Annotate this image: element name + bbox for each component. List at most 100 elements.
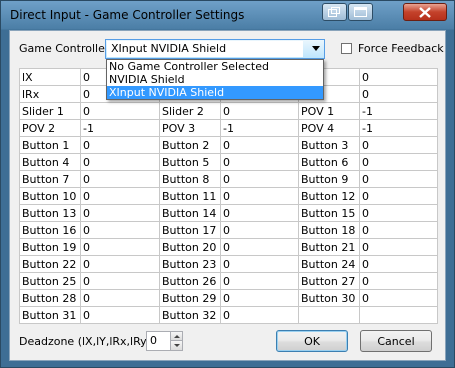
grid-row: Button 4 0 Button 5 0 Button 60: [19, 153, 438, 171]
grid-label-cell: Button 25: [19, 272, 81, 290]
grid-label-cell: Button 14: [159, 204, 221, 222]
grid-value-cell: 0: [359, 136, 438, 154]
grid-label-cell: Slider 2: [159, 102, 221, 120]
grid-value-cell: 0: [220, 306, 299, 324]
grid-label-cell: Button 4: [19, 153, 81, 171]
grid-value-cell: 0: [359, 153, 438, 171]
combobox-value: XInput NVIDIA Shield: [107, 41, 303, 57]
grid-label-cell: [298, 306, 360, 324]
grid-label-cell: Button 17: [159, 221, 221, 239]
deadzone-value[interactable]: 0: [150, 334, 157, 347]
title-bar[interactable]: Direct Input - Game Controller Settings: [1, 1, 454, 29]
grid-value-cell: 0: [80, 238, 160, 256]
chevron-down-icon[interactable]: [312, 46, 320, 51]
grid-value-cell: 0: [359, 272, 438, 290]
grid-value-cell: 0: [80, 102, 160, 120]
grid-label-cell: Button 29: [159, 289, 221, 307]
grid-label-cell: Button 6: [298, 153, 360, 171]
grid-row: Button 31 0 Button 32 0: [19, 306, 438, 324]
force-feedback-option[interactable]: Force Feedback: [341, 42, 444, 55]
grid-label-cell: Button 21: [298, 238, 360, 256]
grid-value-cell: 0: [359, 238, 438, 256]
grid-value-cell: 0: [80, 204, 160, 222]
force-feedback-label: Force Feedback: [358, 42, 444, 55]
grid-value-cell: 0: [80, 255, 160, 273]
grid-value-cell: 0: [359, 204, 438, 222]
grid-row: Button 22 0 Button 23 0 Button 24 0: [19, 255, 438, 273]
restore-button[interactable]: [322, 3, 347, 21]
grid-row: POV 2 -1 POV 3 -1 POV 4 -1: [19, 119, 438, 137]
grid-value-cell: 0: [80, 221, 160, 239]
grid-row: Button 16 0 Button 17 0 Button 18 0: [19, 221, 438, 239]
grid-value-cell: 0: [359, 289, 438, 307]
grid-value-cell: 0: [359, 221, 438, 239]
grid-row: Slider 1 0 Slider 2 0 POV 1 -1: [19, 102, 438, 120]
grid-label-cell: Button 22: [19, 255, 81, 273]
close-icon: [419, 6, 431, 18]
grid-value-cell: 0: [359, 85, 438, 103]
grid-label-cell: Button 31: [19, 306, 81, 324]
grid-label-cell: Button 18: [298, 221, 360, 239]
arrow-down-icon: [173, 344, 180, 347]
grid-value-cell: -1: [359, 102, 438, 120]
spin-down-button[interactable]: [170, 341, 182, 350]
grid-label-cell: Button 8: [159, 170, 221, 188]
game-controller-label: Game Controller:: [19, 42, 113, 55]
grid-value-cell: 0: [80, 289, 160, 307]
grid-label-cell: Button 23: [159, 255, 221, 273]
grid-row: Button 25 0 Button 26 0 Button 27 0: [19, 272, 438, 290]
ok-button[interactable]: OK: [276, 330, 348, 352]
dropdown-option[interactable]: NVIDIA Shield: [107, 73, 323, 86]
grid-row: Button 10 0 Button 11 0 Button 12 0: [19, 187, 438, 205]
deadzone-label: Deadzone (lX,lY,lRx,lRy):: [19, 335, 155, 348]
grid-value-cell: 0: [220, 238, 299, 256]
grid-row: Button 1 0 Button 2 0 Button 30: [19, 136, 438, 154]
grid-value-cell: 0: [220, 187, 299, 205]
grid-label-cell: Button 11: [159, 187, 221, 205]
controller-dropdown-list[interactable]: No Game Controller Selected NVIDIA Shiel…: [106, 59, 324, 100]
restore-icon: [328, 7, 340, 17]
grid-value-cell: 0: [359, 68, 438, 86]
grid-label-cell: Button 15: [298, 204, 360, 222]
grid-value-cell: -1: [80, 119, 160, 137]
grid-value-cell: 0: [220, 204, 299, 222]
deadzone-spinner[interactable]: 0: [146, 331, 183, 351]
grid-label-cell: Button 28: [19, 289, 81, 307]
grid-value-cell: 0: [220, 102, 299, 120]
grid-row: Button 19 0 Button 20 0 Button 21 0: [19, 238, 438, 256]
grid-value-cell: [359, 306, 438, 324]
grid-value-cell: 0: [359, 187, 438, 205]
grid-label-cell: Button 12: [298, 187, 360, 205]
grid-label-cell: lRx: [19, 85, 81, 103]
settings-window: Direct Input - Game Controller Settings …: [0, 0, 455, 368]
grid-label-cell: Button 24: [298, 255, 360, 273]
grid-label-cell: Slider 1: [19, 102, 81, 120]
grid-row: Button 7 0 Button 8 0 Button 90: [19, 170, 438, 188]
grid-label-cell: Button 32: [159, 306, 221, 324]
dropdown-option[interactable]: No Game Controller Selected: [107, 60, 323, 73]
game-controller-combobox[interactable]: XInput NVIDIA Shield: [105, 39, 325, 59]
grid-value-cell: 0: [80, 187, 160, 205]
grid-value-cell: 0: [80, 136, 160, 154]
close-button[interactable]: [403, 3, 447, 21]
help-button[interactable]: [348, 3, 373, 21]
grid-label-cell: Button 7: [19, 170, 81, 188]
cancel-button[interactable]: Cancel: [360, 330, 432, 352]
grid-value-cell: -1: [220, 119, 299, 137]
grid-value-cell: 0: [80, 153, 160, 171]
grid-value-cell: 0: [359, 255, 438, 273]
grid-label-cell: Button 1: [19, 136, 81, 154]
grid-value-cell: 0: [80, 272, 160, 290]
grid-value-cell: -1: [359, 119, 438, 137]
grid-value-cell: 0: [220, 272, 299, 290]
grid-value-cell: 0: [220, 170, 299, 188]
force-feedback-checkbox[interactable]: [341, 43, 352, 54]
grid-label-cell: Button 5: [159, 153, 221, 171]
grid-label-cell: Button 2: [159, 136, 221, 154]
window-title: Direct Input - Game Controller Settings: [10, 8, 245, 22]
input-state-grid: lX 0 0 lRx 0 0 Slider 1 0 Slider 2 0 POV 1 -1 POV 2-…: [19, 68, 438, 324]
spin-up-button[interactable]: [170, 332, 182, 341]
grid-label-cell: Button 19: [19, 238, 81, 256]
dropdown-option-selected[interactable]: XInput NVIDIA Shield: [107, 86, 323, 99]
dialog-client: Game Controller: XInput NVIDIA Shield Fo…: [9, 30, 446, 361]
